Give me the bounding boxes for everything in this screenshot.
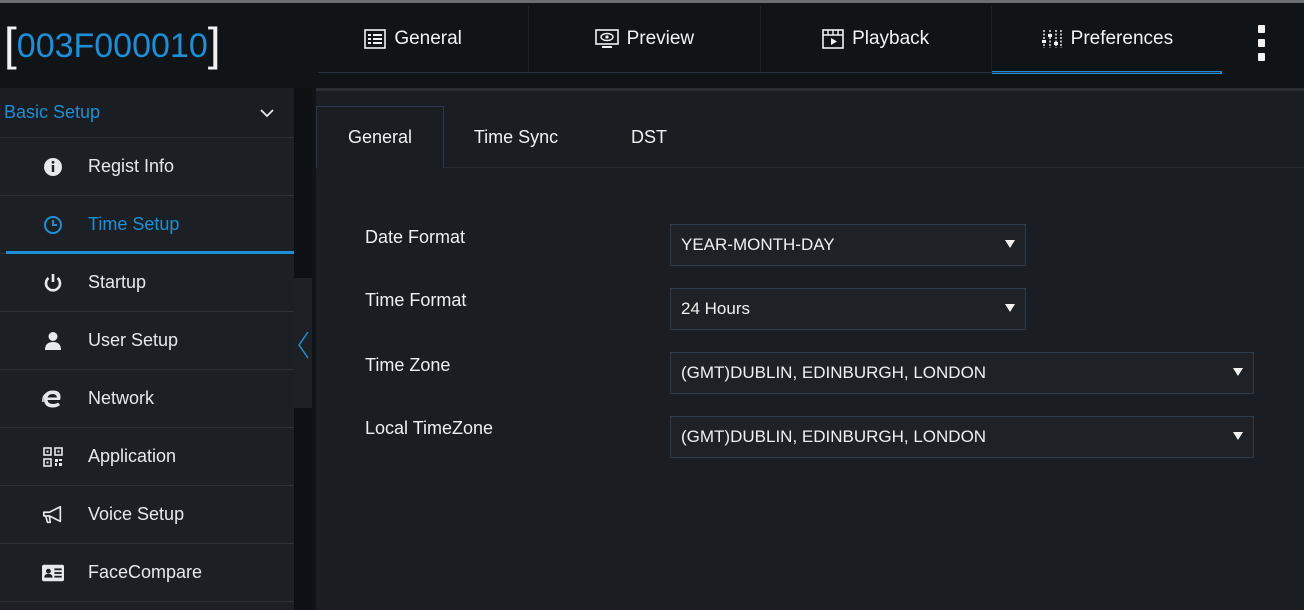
tab-preview[interactable]: Preview bbox=[529, 6, 761, 72]
time-zone-value: (GMT)DUBLIN, EDINBURGH, LONDON bbox=[681, 363, 987, 382]
subtab-label: DST bbox=[631, 126, 667, 147]
sidebar-item-startup[interactable]: Startup bbox=[0, 254, 294, 312]
qr-application-icon bbox=[42, 446, 64, 467]
sidebar-item-facecompare[interactable]: FaceCompare bbox=[0, 544, 294, 602]
time-format-value: 24 Hours bbox=[681, 299, 750, 318]
power-icon bbox=[42, 273, 64, 293]
preferences-icon bbox=[1041, 29, 1063, 49]
sidebar-item-label: Network bbox=[88, 388, 155, 408]
sidebar-section-label: Basic Setup bbox=[4, 102, 101, 122]
tab-preferences-label: Preferences bbox=[1070, 28, 1174, 49]
time-zone-label: Time Zone bbox=[365, 355, 451, 375]
subtab-label: General bbox=[347, 127, 413, 147]
subtab-label: Time Sync bbox=[473, 126, 559, 147]
tab-preferences[interactable]: Preferences bbox=[991, 6, 1223, 74]
sidebar-item-user-setup[interactable]: User Setup bbox=[0, 312, 294, 370]
tabs-divider bbox=[318, 72, 1220, 73]
main-tabs: General Preview Playback Preferences bbox=[298, 6, 1223, 74]
sidebar-item-label: Time Setup bbox=[88, 214, 180, 234]
sidebar-item-label: Startup bbox=[88, 272, 147, 292]
sidebar-item-voice-setup[interactable]: Voice Setup bbox=[0, 486, 294, 544]
sidebar-section-basic-setup[interactable]: Basic Setup bbox=[0, 88, 294, 138]
device-id: [ 003F000010 ] bbox=[4, 11, 221, 81]
left-bracket: [ bbox=[4, 18, 17, 70]
chevron-down-icon bbox=[260, 105, 274, 121]
sidebar-item-label: Voice Setup bbox=[88, 504, 185, 524]
sidebar-item-regist-info[interactable]: Regist Info bbox=[0, 138, 294, 196]
info-icon bbox=[42, 157, 64, 177]
tab-playback-label: Playback bbox=[852, 28, 930, 49]
sidebar-item-network[interactable]: Network bbox=[0, 370, 294, 428]
date-format-value: YEAR-MONTH-DAY bbox=[681, 235, 835, 254]
dropdown-arrow-icon bbox=[1233, 432, 1243, 440]
more-menu-icon[interactable] bbox=[1255, 25, 1267, 61]
time-setup-tabs: General Time Sync DST bbox=[316, 106, 1304, 169]
top-bar: [ 003F000010 ] General Preview Playback bbox=[0, 0, 1304, 88]
dropdown-arrow-icon bbox=[1005, 240, 1015, 248]
dropdown-arrow-icon bbox=[1233, 368, 1243, 376]
collapse-sidebar-icon[interactable] bbox=[295, 330, 311, 360]
tab-general-label: General bbox=[394, 28, 462, 49]
right-bracket: ] bbox=[207, 18, 221, 70]
sidebar-item-label: User Setup bbox=[88, 330, 179, 350]
tab-general[interactable]: General bbox=[298, 6, 530, 72]
device-id-text: 003F000010 bbox=[16, 26, 208, 65]
megaphone-icon bbox=[42, 505, 64, 525]
subtab-dst[interactable]: DST bbox=[604, 106, 694, 168]
user-icon bbox=[42, 331, 64, 351]
ie-network-icon bbox=[42, 389, 64, 409]
time-format-label: Time Format bbox=[365, 290, 467, 310]
subtab-general[interactable]: General bbox=[316, 106, 444, 169]
subtab-time-sync[interactable]: Time Sync bbox=[456, 106, 576, 168]
dropdown-arrow-icon bbox=[1005, 304, 1015, 312]
sidebar-item-time-setup[interactable]: Time Setup bbox=[0, 196, 294, 254]
sidebar-item-label: Regist Info bbox=[88, 156, 175, 176]
local-timezone-select[interactable]: (GMT)DUBLIN, EDINBURGH, LONDON bbox=[670, 416, 1254, 458]
general-icon bbox=[364, 29, 387, 49]
time-zone-select[interactable]: (GMT)DUBLIN, EDINBURGH, LONDON bbox=[670, 352, 1254, 394]
sidebar-item-label: FaceCompare bbox=[88, 562, 203, 582]
local-timezone-value: (GMT)DUBLIN, EDINBURGH, LONDON bbox=[681, 427, 987, 446]
tab-playback[interactable]: Playback bbox=[761, 6, 992, 72]
tab-preview-label: Preview bbox=[626, 28, 695, 49]
date-format-label: Date Format bbox=[365, 227, 466, 247]
time-format-select[interactable]: 24 Hours bbox=[670, 288, 1026, 330]
date-format-select[interactable]: YEAR-MONTH-DAY bbox=[670, 224, 1026, 266]
preview-icon bbox=[594, 29, 619, 49]
main-panel: General Time Sync DST Date Format YEAR-M… bbox=[316, 88, 1304, 610]
sidebar: Basic Setup Regist Info Time Setup Start… bbox=[0, 88, 294, 610]
sidebar-item-label: Application bbox=[88, 446, 177, 466]
clock-icon bbox=[42, 215, 64, 235]
local-timezone-label: Local TimeZone bbox=[365, 418, 494, 438]
playback-icon bbox=[822, 29, 844, 49]
sidebar-item-application[interactable]: Application bbox=[0, 428, 294, 486]
id-card-icon bbox=[42, 564, 64, 582]
